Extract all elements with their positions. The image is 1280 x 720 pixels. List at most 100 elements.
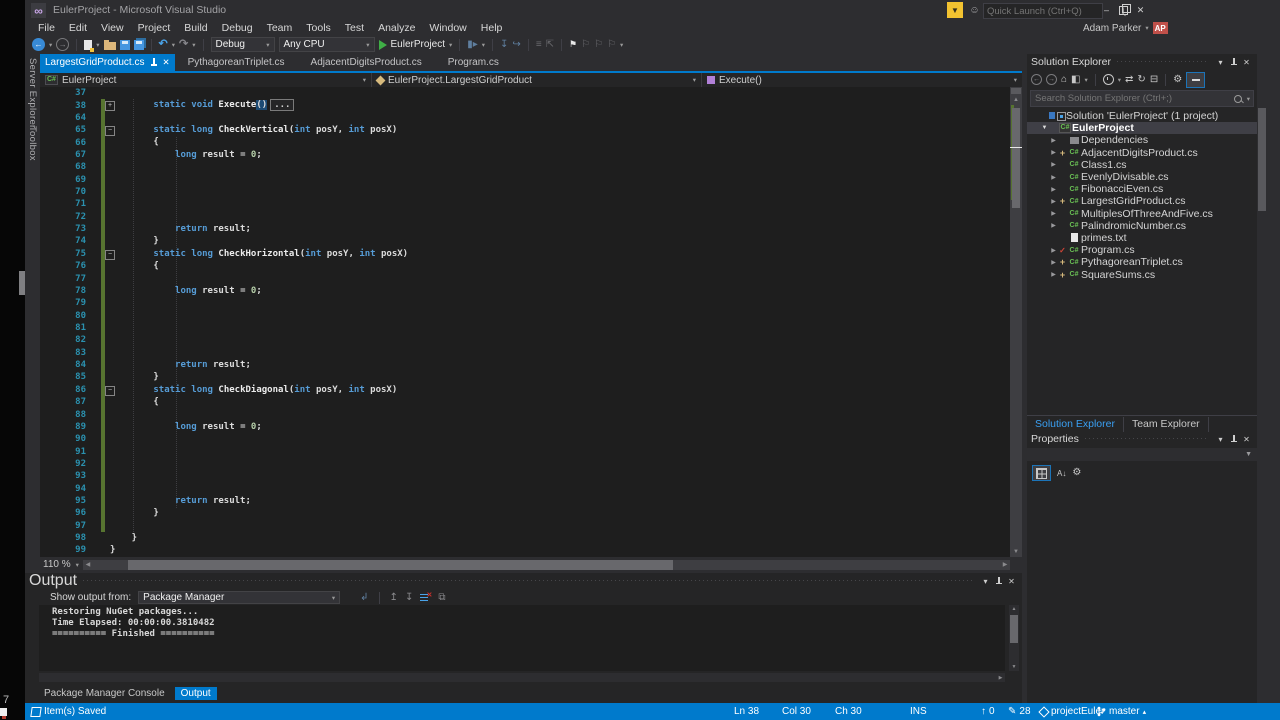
line-number[interactable]: 79 [40, 298, 98, 308]
scrollbar-thumb[interactable] [127, 559, 673, 570]
scrollbar-thumb[interactable] [1258, 108, 1266, 211]
tree-item[interactable]: ▶ C# PalindromicNumber.cs [1027, 220, 1257, 232]
find-icon[interactable]: ≡ [536, 39, 542, 50]
line-number[interactable]: 91 [40, 447, 98, 457]
code-text[interactable]: return result; [110, 495, 251, 507]
output-source-select[interactable]: Package Manager ▾ [138, 591, 341, 604]
code-line[interactable]: 83 [40, 346, 1010, 359]
code-line[interactable]: 91 [40, 445, 1010, 458]
code-text[interactable]: } [110, 532, 137, 544]
property-pages-icon[interactable]: ⚙ [1072, 468, 1081, 478]
tree-item[interactable]: ▼ C# EulerProject [1027, 122, 1257, 135]
tree-arrow-icon[interactable]: ▶ [1049, 247, 1058, 254]
line-number[interactable]: 70 [40, 187, 98, 197]
code-text[interactable]: return result; [110, 359, 251, 371]
line-number[interactable]: 66 [40, 138, 98, 148]
navigate-back-icon[interactable]: ← [32, 38, 45, 51]
menu-view[interactable]: View [94, 22, 131, 34]
code-line[interactable]: 76 { [40, 260, 1010, 273]
line-number[interactable]: 72 [40, 212, 98, 222]
line-number[interactable]: 74 [40, 236, 98, 246]
window-position-icon[interactable]: ▾ [1214, 56, 1227, 69]
tree-arrow-icon[interactable]: ▶ [1049, 137, 1058, 144]
code-line[interactable]: 84 return result; [40, 358, 1010, 372]
tree-item[interactable]: ▶ Dependencies [1027, 134, 1257, 146]
code-line[interactable]: 86− static long CheckDiagonal(int posY, … [40, 383, 1010, 396]
line-number[interactable]: 81 [40, 323, 98, 333]
menu-tools[interactable]: Tools [299, 22, 338, 34]
solution-configuration-select[interactable]: Debug ▾ [210, 37, 275, 52]
menu-team[interactable]: Team [260, 22, 300, 34]
code-line[interactable]: 70 [40, 185, 1010, 199]
line-number[interactable]: 85 [40, 372, 98, 382]
code-line[interactable]: 95 return result; [40, 494, 1010, 508]
previous-bookmark-icon[interactable]: ⚐ [581, 39, 590, 50]
start-debugging-button[interactable]: EulerProject ▾ [378, 39, 452, 50]
close-button[interactable]: ✕ [1132, 2, 1149, 18]
line-number[interactable]: 68 [40, 162, 98, 172]
code-text[interactable]: long result = 0; [110, 285, 262, 297]
line-number[interactable]: 93 [40, 471, 98, 481]
chevron-down-icon[interactable]: ▾ [1118, 76, 1121, 84]
tree-arrow-icon[interactable]: ▶ [1049, 222, 1058, 229]
code-line[interactable]: 90 [40, 433, 1010, 446]
pin-icon[interactable] [1227, 433, 1240, 446]
step-over-icon[interactable]: ↪ [512, 39, 520, 50]
save-all-icon[interactable] [133, 39, 144, 50]
pending-changes-filter-icon[interactable] [1102, 74, 1114, 85]
new-file-dropdown-icon[interactable]: ▾ [96, 41, 99, 49]
line-number[interactable]: 71 [40, 199, 98, 209]
tree-item[interactable]: ▶ + C# PythagoreanTriplet.cs [1027, 256, 1257, 268]
toolbox-tab[interactable]: Toolbox [27, 126, 38, 161]
tool-tab-package-manager-console[interactable]: Package Manager Console [38, 687, 171, 700]
code-line[interactable]: 77 [40, 272, 1010, 285]
code-line[interactable]: 94 [40, 482, 1010, 495]
code-line[interactable]: 38 + static void Execute()... [40, 99, 1010, 112]
line-number[interactable]: 73 [40, 224, 98, 234]
outgoing-commits-button[interactable]: ↑ 0 [981, 703, 995, 720]
open-file-icon[interactable] [103, 39, 116, 50]
code-text[interactable]: static long CheckHorizontal(int posY, in… [110, 248, 408, 260]
tree-item[interactable]: ▶ C# Class1.cs [1027, 159, 1257, 171]
pin-icon[interactable] [992, 575, 1005, 588]
toolbar-overflow-icon[interactable]: ▾ [620, 41, 623, 49]
scroll-down-icon[interactable]: ▼ [1010, 547, 1022, 557]
tree-item[interactable]: ▶ + C# AdjacentDigitsProduct.cs [1027, 147, 1257, 159]
code-text[interactable]: { [110, 136, 158, 148]
tree-item[interactable]: ▶ C# EvenlyDivisable.cs [1027, 171, 1257, 183]
code-line[interactable]: 74 } [40, 235, 1010, 248]
code-line[interactable]: 64 [40, 111, 1010, 125]
save-icon[interactable] [119, 39, 130, 50]
navigate-forward-icon[interactable]: → [56, 38, 70, 51]
line-number[interactable]: 64 [40, 113, 98, 123]
code-line[interactable]: 37 [40, 87, 1010, 99]
code-text[interactable]: { [110, 260, 158, 272]
scrollbar-thumb[interactable] [1010, 615, 1018, 643]
line-number[interactable]: 75 [40, 249, 98, 259]
collapse-all-icon[interactable]: ⊟ [1150, 74, 1158, 85]
panel-tab-solution-explorer[interactable]: Solution Explorer [1027, 417, 1124, 432]
output-vertical-scrollbar[interactable]: ▲ ▼ [1009, 605, 1019, 671]
tool-tab-output[interactable]: Output [174, 687, 217, 700]
branch-button[interactable]: master ▴ [1097, 703, 1146, 720]
line-number[interactable]: 99 [40, 545, 98, 555]
tree-item[interactable]: ▶ C# FibonacciEven.cs [1027, 183, 1257, 195]
code-line[interactable]: 82 [40, 334, 1010, 347]
tree-item[interactable]: ▶ + C# SquareSums.cs [1027, 268, 1257, 281]
account-dropdown-icon[interactable]: ▾ [1145, 24, 1148, 32]
new-file-icon[interactable] [84, 39, 95, 52]
code-text[interactable]: } [110, 371, 158, 383]
line-number[interactable]: 86 [40, 385, 98, 395]
line-number[interactable]: 77 [40, 274, 98, 284]
tree-arrow-icon[interactable]: ▼ [1040, 125, 1049, 131]
panel-tab-team-explorer[interactable]: Team Explorer [1124, 417, 1209, 432]
menu-build[interactable]: Build [177, 22, 214, 34]
restore-button[interactable] [1115, 2, 1132, 18]
next-bookmark-icon[interactable]: ⚐ [594, 39, 603, 50]
line-number[interactable]: 94 [40, 484, 98, 494]
clear-bookmarks-icon[interactable]: ⚐ [607, 39, 616, 50]
scroll-right-icon[interactable]: ▶ [996, 673, 1005, 682]
unpublished-edits-button[interactable]: ✎ 28 [1008, 703, 1031, 720]
line-number[interactable]: 95 [40, 496, 98, 506]
tree-arrow-icon[interactable]: ▶ [1049, 186, 1058, 193]
